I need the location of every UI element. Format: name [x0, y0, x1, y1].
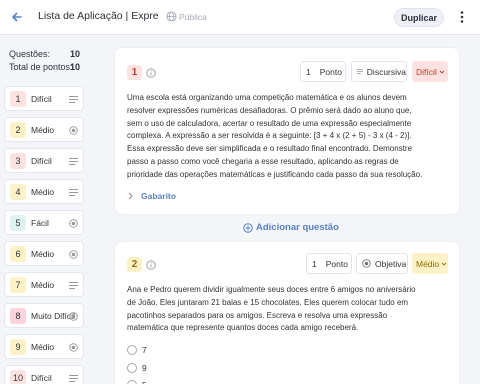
difficulty-dropdown[interactable]: Difícil [412, 61, 448, 82]
difficulty-label: Médio [416, 258, 440, 269]
radio-icon[interactable] [127, 380, 137, 384]
option-item[interactable]: 9 [127, 363, 147, 373]
back-arrow-icon[interactable] [9, 9, 25, 25]
sidebar-question-item[interactable]: 1 Difícil [4, 86, 84, 111]
option-label: 7 [142, 345, 147, 355]
sidebar-question-item[interactable]: 2 Médio [4, 117, 84, 142]
question-number-badge: 2 [127, 257, 142, 272]
plus-circle-icon [243, 222, 253, 233]
radio-icon[interactable] [127, 363, 137, 373]
question-sidebar: Questões: 10 Total de pontos: 10 1 Difíci… [0, 36, 88, 384]
page-title: Lista de Aplicação | Expres... [38, 10, 158, 22]
radio-icon [69, 250, 78, 259]
answer-key-toggle[interactable]: Gabarito [127, 191, 176, 201]
radio-icon [69, 343, 78, 352]
answer-key-label: Gabarito [141, 191, 176, 201]
difficulty-label: Médio [31, 125, 55, 135]
question-number: 1 [10, 91, 26, 107]
lines-icon [69, 189, 78, 196]
total-points-value: 10 [69, 62, 80, 72]
questions-count-value: 10 [69, 49, 80, 59]
top-bar: Lista de Aplicação | Expres... Pública D… [0, 0, 480, 35]
chevron-down-icon [441, 262, 447, 266]
duplicate-button[interactable]: Duplicar [394, 8, 444, 27]
question-number-badge: 1 [127, 65, 142, 80]
globe-icon [166, 11, 177, 22]
add-question-button[interactable]: Adicionar questão [243, 222, 339, 233]
chevron-down-icon [439, 70, 445, 74]
chevron-right-icon [128, 192, 133, 200]
sidebar-question-item[interactable]: 9 Médio [4, 334, 84, 359]
sidebar-question-item[interactable]: 3 Difícil [4, 148, 84, 173]
radio-icon [69, 312, 78, 321]
question-type-dropdown[interactable]: Objetiva [356, 253, 408, 274]
question-card-2: 2 1 Ponto Objetiva Médio Ana e Pedro que… [114, 241, 460, 384]
sidebar-question-item[interactable]: 6 Médio [4, 241, 84, 266]
difficulty-label: Médio [31, 342, 55, 352]
more-options-icon[interactable] [455, 9, 469, 25]
question-number: 3 [10, 153, 26, 169]
visibility-label: Pública [179, 12, 207, 22]
question-number: 4 [10, 184, 26, 200]
question-number: 9 [10, 339, 26, 355]
sidebar-question-item[interactable]: 4 Médio [4, 179, 84, 204]
difficulty-label: Fácil [31, 218, 49, 228]
difficulty-label: Médio [31, 249, 55, 259]
lines-icon [69, 375, 78, 382]
question-number: 7 [10, 277, 26, 293]
difficulty-label: Médio [31, 187, 55, 197]
difficulty-dropdown[interactable]: Médio [412, 253, 448, 274]
points-value: 1 [306, 66, 311, 77]
question-number: 8 [10, 308, 26, 324]
question-number: 10 [10, 370, 26, 384]
sidebar-question-item[interactable]: 5 Fácil [4, 210, 84, 235]
info-icon[interactable] [146, 260, 156, 270]
add-question-label: Adicionar questão [256, 222, 339, 233]
difficulty-label: Difícil [416, 66, 437, 77]
sidebar-question-item[interactable]: 7 Médio [4, 272, 84, 297]
points-unit: Ponto [325, 258, 348, 269]
lines-icon [357, 69, 363, 74]
radio-icon[interactable] [127, 345, 137, 355]
option-label: 5 [142, 380, 147, 384]
points-field[interactable]: 1 Ponto [306, 253, 352, 274]
points-unit: Ponto [319, 66, 342, 77]
question-card-1: 1 1 Ponto Discursiva Difícil Uma escola … [114, 47, 460, 215]
question-number: 6 [10, 246, 26, 262]
question-type-dropdown[interactable]: Discursiva [351, 61, 407, 82]
question-text: Ana e Pedro querem dividir igualmente se… [127, 285, 416, 333]
sidebar-question-item[interactable]: 8 Muito Difícil [4, 303, 84, 328]
total-points-label: Total de pontos: [9, 62, 73, 72]
difficulty-label: Difícil [31, 156, 52, 166]
lines-icon [69, 282, 78, 289]
radio-icon [69, 219, 78, 228]
question-number: 5 [10, 215, 26, 231]
option-item[interactable]: 5 [127, 380, 147, 384]
option-item[interactable]: 7 [127, 345, 147, 355]
question-number: 2 [10, 122, 26, 138]
question-type-label: Objetiva [375, 258, 407, 269]
lines-icon [69, 158, 78, 165]
sidebar-question-item[interactable]: 10 Difícil [4, 365, 84, 384]
question-text: Uma escola está organizando uma competiç… [127, 93, 423, 179]
radio-icon [362, 259, 371, 268]
info-icon[interactable] [146, 68, 156, 78]
points-value: 1 [312, 258, 317, 269]
question-type-label: Discursiva [366, 66, 406, 77]
lines-icon [69, 96, 78, 103]
option-label: 9 [142, 363, 147, 373]
difficulty-label: Médio [31, 280, 55, 290]
points-field[interactable]: 1 Ponto [300, 61, 346, 82]
difficulty-label: Difícil [31, 373, 52, 383]
radio-icon [69, 126, 78, 135]
difficulty-label: Difícil [31, 94, 52, 104]
questions-count-label: Questões: [9, 49, 51, 59]
